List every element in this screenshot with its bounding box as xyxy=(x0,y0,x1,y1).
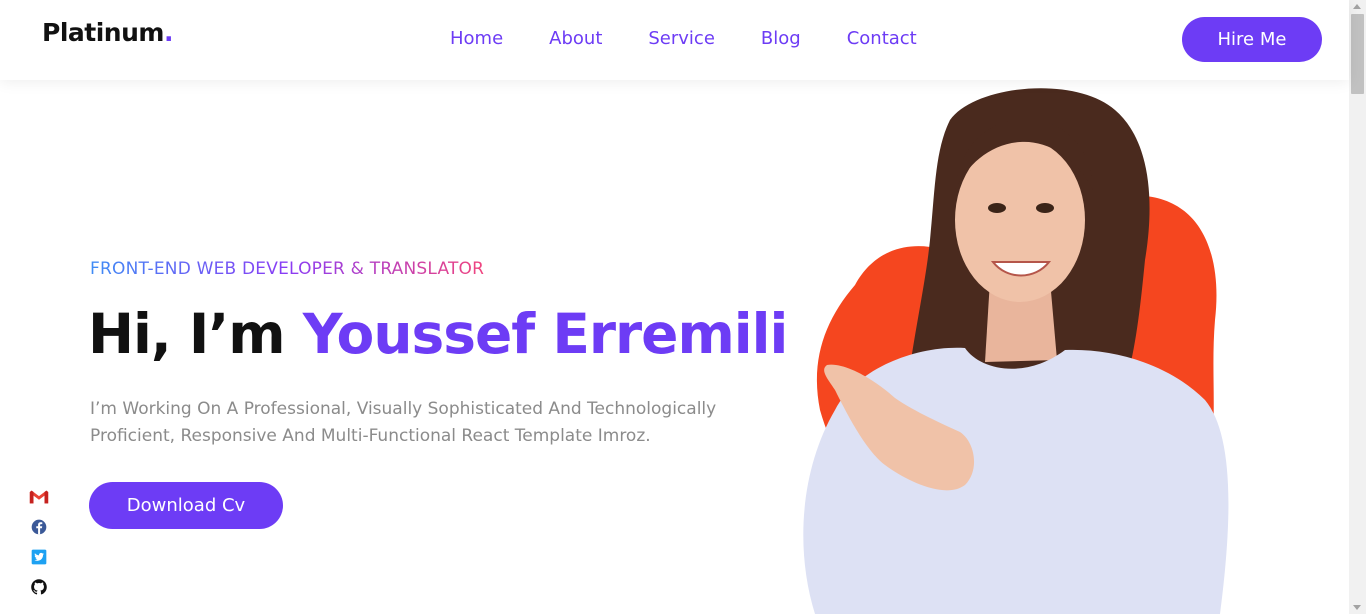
nav-link-contact[interactable]: Contact xyxy=(847,28,917,49)
twitter-icon[interactable] xyxy=(28,546,50,568)
nav-link-service[interactable]: Service xyxy=(648,28,715,49)
hire-me-button[interactable]: Hire Me xyxy=(1182,17,1322,62)
left-eye-shape xyxy=(988,203,1006,213)
page-scrollbar[interactable] xyxy=(1349,0,1366,614)
hero-greeting: Hi, I’m xyxy=(88,302,303,366)
scroll-thumb[interactable] xyxy=(1351,14,1364,94)
nav-link-home[interactable]: Home xyxy=(450,28,503,49)
hero-portrait-image xyxy=(803,88,1229,614)
hero-headline: Hi, I’m Youssef Erremili xyxy=(88,302,789,366)
right-eye-shape xyxy=(1036,203,1054,213)
github-icon[interactable] xyxy=(28,576,50,598)
nav-link-about[interactable]: About xyxy=(549,28,602,49)
hero-description: I’m Working On A Professional, Visually … xyxy=(90,399,717,446)
brand-logo[interactable]: Platinum. xyxy=(42,18,173,47)
hero-subtitle: FRONT-END WEB DEVELOPER & TRANSLATOR xyxy=(90,259,485,279)
scroll-down-arrow-icon[interactable] xyxy=(1353,605,1361,610)
site-header: Platinum. Home About Service Blog Contac… xyxy=(0,0,1349,80)
download-cv-button[interactable]: Download Cv xyxy=(89,482,283,529)
hero-name: Youssef Erremili xyxy=(302,302,789,366)
nav-link-blog[interactable]: Blog xyxy=(761,28,801,49)
brand-name: Platinum xyxy=(42,18,164,47)
scroll-up-arrow-icon[interactable] xyxy=(1353,4,1361,9)
gmail-icon[interactable] xyxy=(28,486,50,508)
brand-dot: . xyxy=(163,18,174,47)
facebook-icon[interactable] xyxy=(28,516,50,538)
social-links xyxy=(28,486,50,606)
main-nav: Home About Service Blog Contact xyxy=(450,28,963,49)
